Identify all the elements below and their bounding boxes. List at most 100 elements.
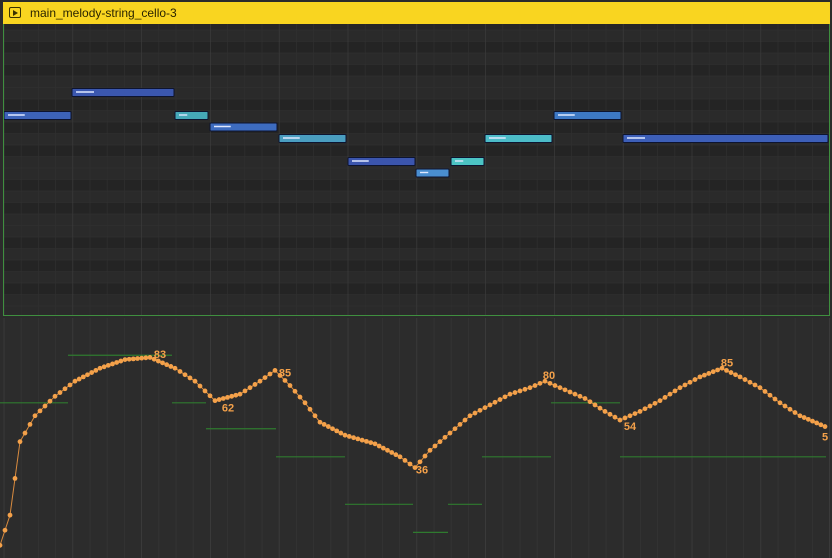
velocity-point[interactable] bbox=[338, 430, 344, 436]
region-header[interactable]: main_melody-string_cello-3 bbox=[3, 2, 830, 24]
velocity-point[interactable] bbox=[359, 437, 365, 443]
velocity-point[interactable] bbox=[257, 378, 263, 384]
velocity-point[interactable] bbox=[242, 388, 248, 394]
velocity-point[interactable] bbox=[617, 417, 623, 423]
velocity-point[interactable] bbox=[72, 378, 78, 384]
velocity-point[interactable] bbox=[797, 413, 803, 419]
velocity-point[interactable] bbox=[715, 367, 720, 373]
velocity-point[interactable] bbox=[697, 374, 703, 380]
velocity-point[interactable] bbox=[647, 403, 653, 409]
velocity-point[interactable] bbox=[368, 440, 374, 446]
velocity-point[interactable] bbox=[380, 445, 386, 451]
velocity-point[interactable] bbox=[197, 383, 203, 389]
velocity-point[interactable] bbox=[567, 389, 573, 395]
velocity-point[interactable] bbox=[307, 406, 313, 412]
velocity-point[interactable] bbox=[677, 385, 683, 391]
midi-note[interactable] bbox=[278, 134, 347, 143]
velocity-point[interactable] bbox=[97, 365, 103, 371]
velocity-point[interactable] bbox=[662, 395, 668, 400]
velocity-point[interactable] bbox=[67, 382, 73, 388]
velocity-point[interactable] bbox=[17, 439, 23, 445]
velocity-point[interactable] bbox=[220, 396, 226, 401]
velocity-point[interactable] bbox=[772, 396, 778, 402]
velocity-point[interactable] bbox=[502, 394, 508, 400]
velocity-point[interactable] bbox=[247, 385, 253, 391]
velocity-point[interactable] bbox=[622, 415, 628, 421]
velocity-point[interactable] bbox=[317, 419, 323, 425]
velocity-point[interactable] bbox=[37, 408, 43, 414]
velocity-point[interactable] bbox=[372, 441, 378, 447]
velocity-point[interactable] bbox=[272, 368, 278, 373]
velocity-point[interactable] bbox=[143, 355, 149, 361]
velocity-point[interactable] bbox=[527, 385, 533, 391]
velocity-point[interactable] bbox=[692, 377, 698, 382]
velocity-point[interactable] bbox=[422, 453, 428, 459]
midi-note[interactable] bbox=[622, 134, 829, 143]
velocity-point[interactable] bbox=[312, 413, 318, 419]
velocity-point[interactable] bbox=[706, 371, 712, 376]
velocity-point[interactable] bbox=[346, 434, 352, 439]
velocity-point[interactable] bbox=[537, 380, 543, 386]
velocity-point[interactable] bbox=[572, 391, 578, 397]
velocity-point[interactable] bbox=[767, 392, 773, 398]
piano-roll-grid[interactable] bbox=[3, 24, 830, 316]
velocity-point[interactable] bbox=[351, 435, 356, 441]
velocity-point[interactable] bbox=[325, 424, 331, 429]
velocity-point[interactable] bbox=[407, 461, 413, 467]
velocity-point[interactable] bbox=[582, 396, 588, 401]
velocity-point[interactable] bbox=[462, 417, 468, 423]
velocity-point[interactable] bbox=[814, 420, 820, 426]
midi-note[interactable] bbox=[347, 157, 416, 166]
velocity-point[interactable] bbox=[737, 374, 743, 380]
velocity-point[interactable] bbox=[0, 542, 3, 548]
velocity-point[interactable] bbox=[733, 372, 738, 378]
velocity-point[interactable] bbox=[252, 382, 258, 387]
velocity-point[interactable] bbox=[32, 413, 38, 419]
velocity-point[interactable] bbox=[472, 410, 478, 416]
velocity-point[interactable] bbox=[57, 390, 63, 395]
velocity-point[interactable] bbox=[93, 368, 99, 373]
midi-note[interactable] bbox=[4, 111, 72, 120]
velocity-point[interactable] bbox=[657, 398, 663, 404]
velocity-point[interactable] bbox=[762, 389, 768, 394]
velocity-point[interactable] bbox=[105, 362, 111, 368]
velocity-lane[interactable]: 83 62 85 36 80 54 85 5 bbox=[0, 318, 832, 558]
velocity-point[interactable] bbox=[233, 392, 239, 398]
velocity-point[interactable] bbox=[522, 386, 528, 392]
velocity-point[interactable] bbox=[452, 426, 458, 432]
velocity-point[interactable] bbox=[777, 400, 783, 406]
velocity-point[interactable] bbox=[135, 356, 140, 361]
velocity-point[interactable] bbox=[612, 414, 618, 420]
velocity-point[interactable] bbox=[292, 388, 298, 394]
midi-note[interactable] bbox=[484, 134, 553, 143]
midi-note[interactable] bbox=[553, 111, 622, 120]
velocity-point[interactable] bbox=[7, 512, 13, 518]
velocity-point[interactable] bbox=[427, 447, 433, 453]
velocity-point[interactable] bbox=[139, 355, 145, 361]
velocity-point[interactable] bbox=[432, 443, 438, 449]
velocity-point[interactable] bbox=[805, 416, 811, 422]
velocity-point[interactable] bbox=[164, 362, 170, 368]
velocity-point[interactable] bbox=[517, 388, 523, 394]
velocity-point[interactable] bbox=[512, 390, 518, 395]
play-icon[interactable] bbox=[9, 7, 21, 18]
velocity-point[interactable] bbox=[122, 357, 128, 362]
velocity-point[interactable] bbox=[110, 361, 115, 367]
velocity-point[interactable] bbox=[52, 393, 58, 399]
velocity-point[interactable] bbox=[477, 407, 483, 413]
velocity-point[interactable] bbox=[467, 413, 473, 419]
velocity-point[interactable] bbox=[562, 387, 568, 393]
velocity-point[interactable] bbox=[532, 383, 538, 388]
velocity-point[interactable] bbox=[216, 397, 222, 402]
velocity-point[interactable] bbox=[702, 372, 707, 378]
velocity-point[interactable] bbox=[47, 398, 53, 404]
velocity-point[interactable] bbox=[76, 376, 82, 382]
velocity-point[interactable] bbox=[207, 393, 213, 399]
velocity-point[interactable] bbox=[80, 374, 86, 380]
velocity-point[interactable] bbox=[321, 422, 327, 427]
velocity-point[interactable] bbox=[330, 426, 335, 432]
velocity-point[interactable] bbox=[747, 379, 753, 385]
velocity-point[interactable] bbox=[801, 415, 807, 420]
velocity-point[interactable] bbox=[389, 450, 395, 455]
velocity-point[interactable] bbox=[212, 398, 218, 404]
